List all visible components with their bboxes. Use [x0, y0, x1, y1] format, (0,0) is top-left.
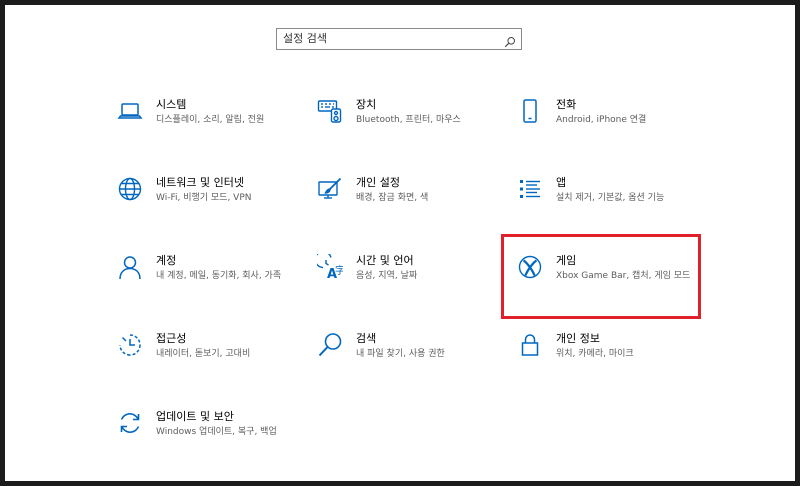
tile-devices[interactable]: 장치 Bluetooth, 프린터, 마우스	[317, 98, 507, 156]
tile-description: 음성, 지역, 날짜	[356, 271, 418, 281]
tile-description: Windows 업데이트, 복구, 백업	[156, 427, 277, 437]
ease-of-access-icon	[117, 332, 143, 358]
tile-title: 시스템	[156, 98, 187, 111]
magnifier-icon[interactable]	[504, 33, 516, 48]
tile-title: 앱	[556, 176, 567, 189]
tile-system[interactable]: 시스템 디스플레이, 소리, 알림, 전원	[117, 98, 307, 156]
lock-icon	[517, 332, 543, 358]
tile-title: 접근성	[156, 332, 187, 345]
tile-search[interactable]: 검색 내 파일 찾기, 사용 권한	[317, 332, 507, 390]
person-icon	[117, 254, 143, 280]
tile-time-language[interactable]: A 字 시간 및 언어 음성, 지역, 날짜	[317, 254, 507, 312]
tile-phone[interactable]: 전화 Android, iPhone 연결	[517, 98, 707, 156]
laptop-icon	[117, 98, 143, 124]
tile-title: 전화	[556, 98, 577, 111]
tile-apps[interactable]: 앱 설치 제거, 기본값, 옵션 기능	[517, 176, 707, 234]
tile-update-security[interactable]: 업데이트 및 보안 Windows 업데이트, 복구, 백업	[117, 410, 307, 468]
tile-title: 장치	[356, 98, 377, 111]
update-icon	[117, 410, 143, 436]
globe-icon	[117, 176, 143, 202]
tile-title: 개인 설정	[356, 176, 400, 189]
tile-privacy[interactable]: 개인 정보 위치, 카메라, 마이크	[517, 332, 707, 390]
tile-accounts[interactable]: 계정 내 계정, 메일, 동기화, 회사, 가족	[117, 254, 307, 312]
highlight-box	[501, 234, 701, 319]
tile-description: 위치, 카메라, 마이크	[556, 349, 634, 359]
tile-title: 시간 및 언어	[356, 254, 414, 267]
time-language-icon: A 字	[317, 254, 343, 280]
tile-title: 업데이트 및 보안	[156, 410, 234, 423]
tile-title: 개인 정보	[556, 332, 600, 345]
settings-search-box[interactable]	[276, 28, 522, 50]
tile-description: 배경, 잠금 화면, 색	[356, 193, 429, 203]
tile-description: 내 파일 찾기, 사용 권한	[356, 349, 445, 359]
tile-title: 계정	[156, 254, 177, 267]
tile-personalization[interactable]: 개인 설정 배경, 잠금 화면, 색	[317, 176, 507, 234]
settings-window: 시스템 디스플레이, 소리, 알림, 전원 장치 Bluetooth, 프린터,…	[5, 5, 795, 481]
search-input[interactable]	[283, 31, 493, 47]
personalization-icon	[317, 176, 343, 202]
devices-icon	[317, 98, 343, 124]
tile-description: 설치 제거, 기본값, 옵션 기능	[556, 193, 665, 203]
svg-text:字: 字	[335, 264, 343, 277]
tile-network[interactable]: 네트워크 및 인터넷 Wi-Fi, 비행기 모드, VPN	[117, 176, 307, 234]
tile-title: 네트워크 및 인터넷	[156, 176, 244, 189]
search-icon	[317, 332, 343, 358]
tile-description: Bluetooth, 프린터, 마우스	[356, 115, 461, 125]
tile-description: 내 계정, 메일, 동기화, 회사, 가족	[156, 271, 282, 281]
tile-title: 검색	[356, 332, 377, 345]
tile-ease-of-access[interactable]: 접근성 내레이터, 돋보기, 고대비	[117, 332, 307, 390]
tile-description: Android, iPhone 연결	[556, 115, 647, 125]
tile-description: 디스플레이, 소리, 알림, 전원	[156, 115, 265, 125]
apps-list-icon	[517, 176, 543, 202]
tile-description: 내레이터, 돋보기, 고대비	[156, 349, 251, 359]
phone-icon	[517, 98, 543, 124]
tile-description: Wi-Fi, 비행기 모드, VPN	[156, 193, 252, 203]
